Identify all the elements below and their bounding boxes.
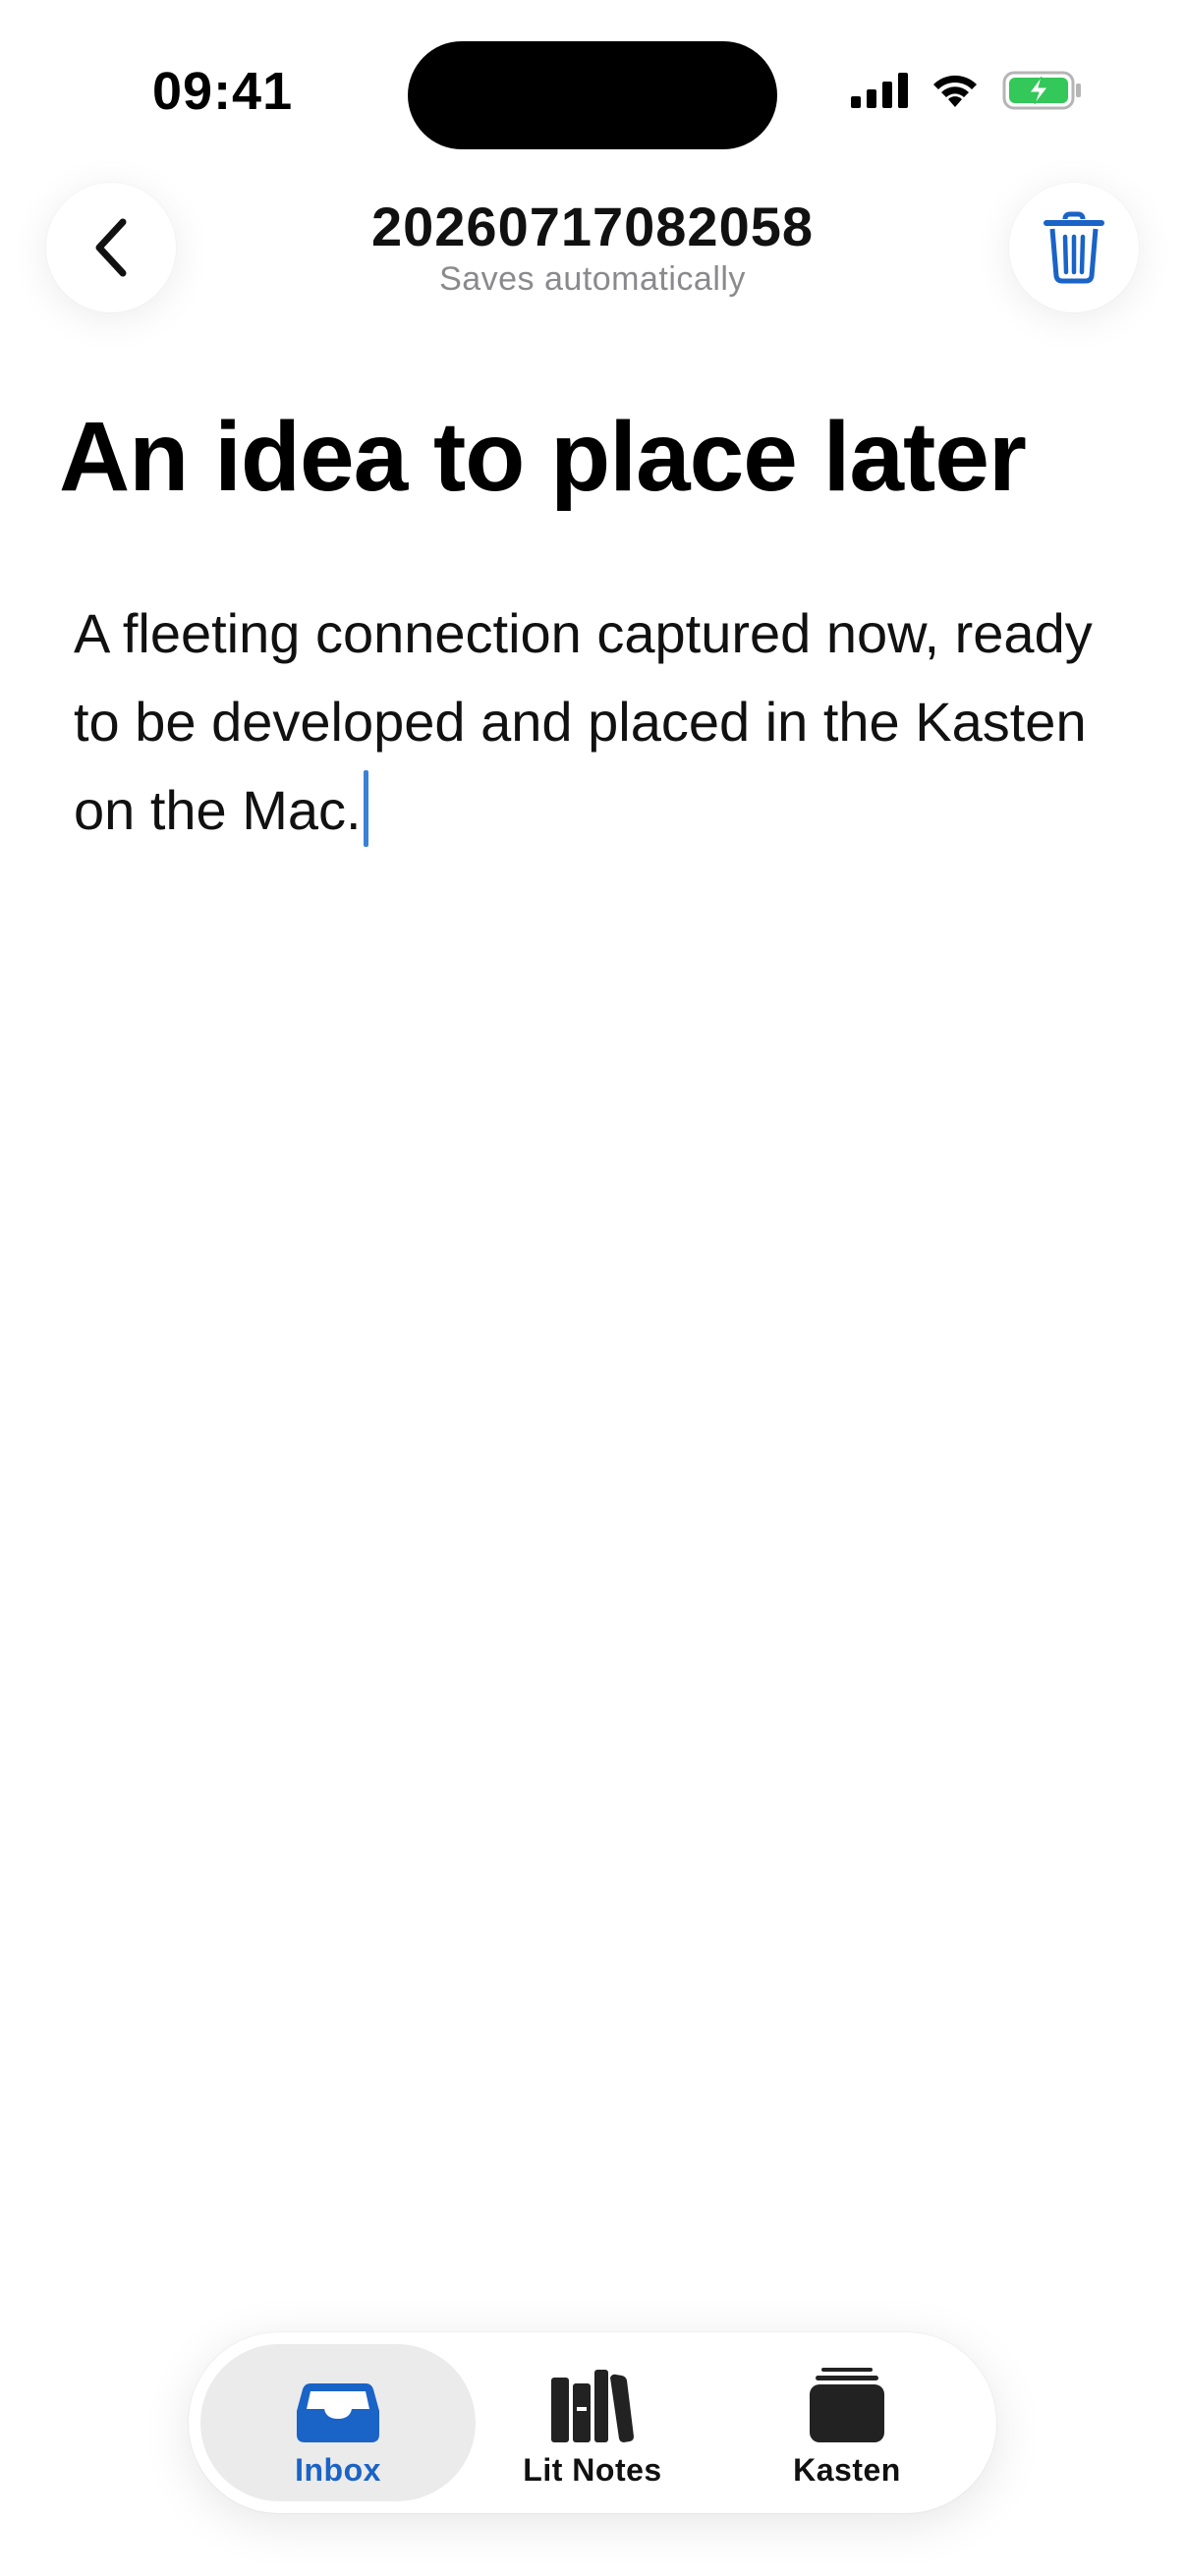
trash-icon xyxy=(1044,211,1104,284)
autosave-subtitle: Saves automatically xyxy=(439,260,746,298)
note-id-title: 20260717082058 xyxy=(370,196,815,257)
note-editor-screen: 09:41 20260717082058 Saves automatically xyxy=(0,0,1185,2576)
note-title-field[interactable]: An idea to place later xyxy=(59,398,1146,516)
tab-inbox-label: Inbox xyxy=(295,2452,381,2488)
cellular-signal-icon xyxy=(851,73,908,108)
inbox-tray-icon xyxy=(297,2383,379,2442)
note-body-text: A fleeting connection captured now, read… xyxy=(74,602,1093,841)
tab-lit-notes-label: Lit Notes xyxy=(523,2452,662,2488)
status-time: 09:41 xyxy=(152,62,294,121)
tab-inbox[interactable]: Inbox xyxy=(200,2344,476,2501)
dynamic-island xyxy=(408,41,777,149)
tab-bar: Inbox Lit Notes Kasten xyxy=(189,2332,996,2513)
wifi-icon xyxy=(933,75,977,107)
tab-lit-notes[interactable]: Lit Notes xyxy=(455,2344,730,2501)
text-cursor xyxy=(363,770,368,847)
status-icons xyxy=(851,71,1083,110)
battery-charging-icon xyxy=(1002,71,1081,110)
delete-button[interactable] xyxy=(1009,183,1139,312)
tab-kasten[interactable]: Kasten xyxy=(709,2344,985,2501)
tab-kasten-label: Kasten xyxy=(793,2452,901,2488)
note-body-field[interactable]: A fleeting connection captured now, read… xyxy=(74,589,1135,855)
card-stack-icon xyxy=(810,2368,884,2442)
books-icon xyxy=(551,2370,634,2442)
